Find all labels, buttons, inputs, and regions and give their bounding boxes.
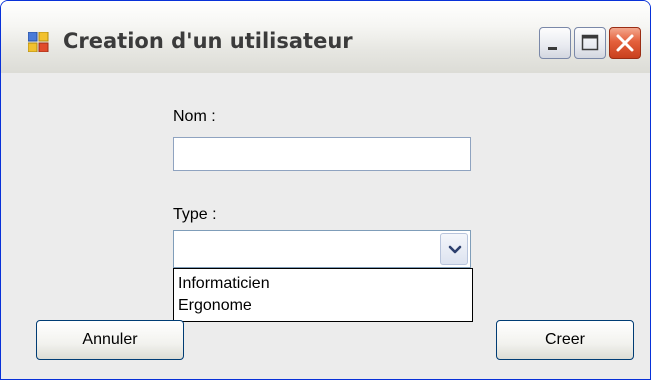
chevron-down-icon: [448, 245, 462, 254]
title-bar[interactable]: Creation d'un utilisateur: [1, 1, 650, 74]
type-dropdown-list: Informaticien Ergonome: [173, 268, 473, 322]
maximize-icon: [581, 34, 599, 51]
form-window-icon[interactable]: [27, 31, 50, 53]
type-combobox[interactable]: [173, 230, 471, 268]
maximize-button[interactable]: [574, 27, 606, 59]
dropdown-option-ergonome[interactable]: Ergonome: [178, 297, 252, 315]
name-label: Nom :: [173, 108, 216, 125]
name-input[interactable]: [173, 137, 471, 171]
minimize-button[interactable]: [539, 27, 571, 59]
close-icon: [616, 34, 634, 52]
type-label: Type :: [173, 206, 217, 223]
dropdown-option-informaticien[interactable]: Informaticien: [178, 275, 270, 293]
type-dropdown-button[interactable]: [440, 233, 468, 265]
cancel-button[interactable]: Annuler: [36, 320, 184, 360]
create-button[interactable]: Creer: [496, 320, 634, 360]
close-button[interactable]: [609, 27, 641, 59]
window-title: Creation d'un utilisateur: [63, 29, 353, 53]
minimize-icon: [548, 47, 557, 50]
dialog-window: Creation d'un utilisateur Nom : Type : I…: [0, 0, 651, 380]
